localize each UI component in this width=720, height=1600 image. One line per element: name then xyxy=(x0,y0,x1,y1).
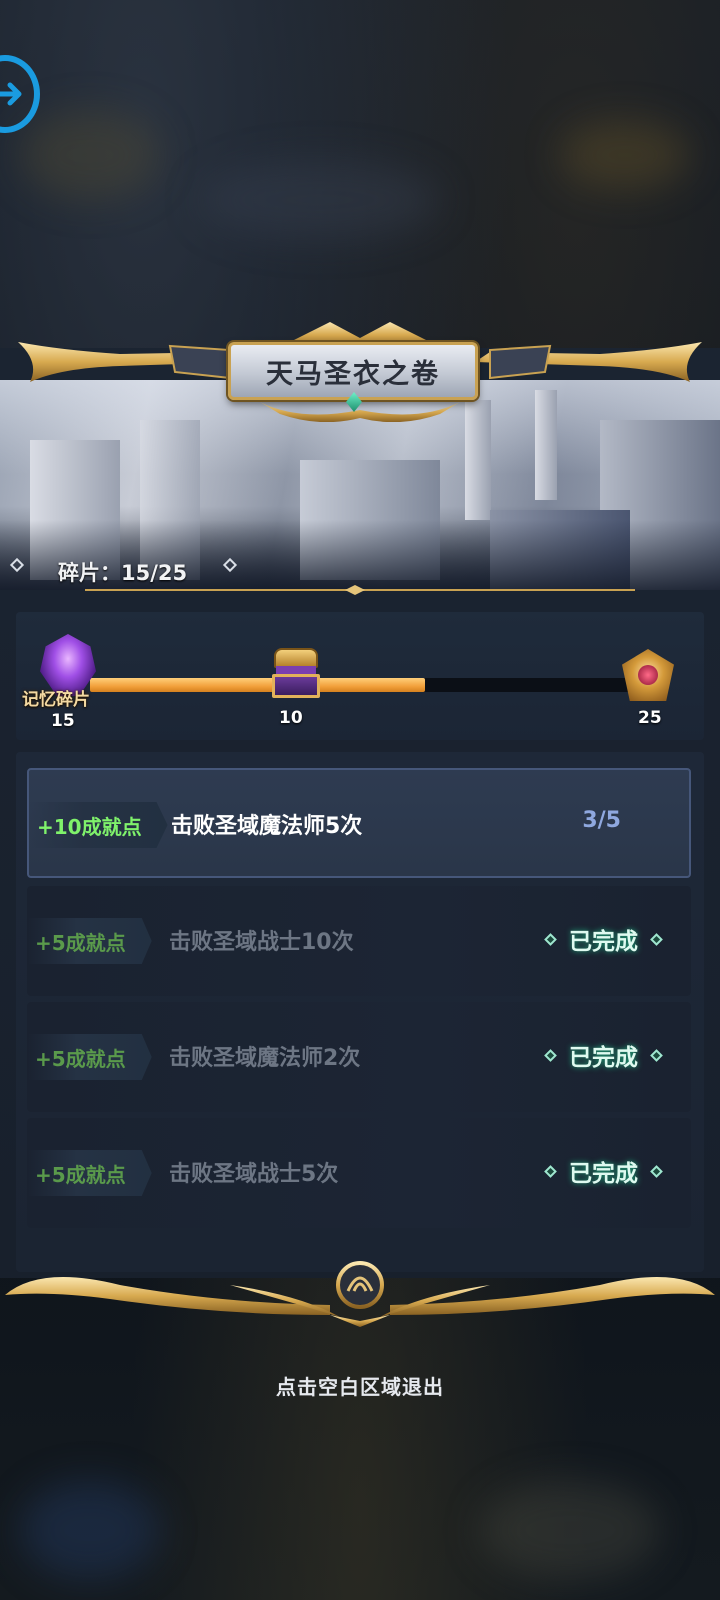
tick-label-end: 25 xyxy=(638,708,662,728)
treasure-chest-icon[interactable] xyxy=(268,648,324,700)
tick-label-start: 15 xyxy=(51,711,75,731)
fragment-count: 碎片：15/25 xyxy=(58,561,188,585)
golden-chest-icon[interactable] xyxy=(618,645,678,705)
status-label: 已完成 xyxy=(569,1161,638,1187)
diamond-icon xyxy=(544,1048,557,1062)
fragment-progress-panel xyxy=(16,612,704,740)
arrow-right-icon xyxy=(0,82,22,106)
completed-status: 已完成 xyxy=(544,922,663,956)
reward-tag: +5成就点 xyxy=(27,1034,152,1080)
reward-tag: +5成就点 xyxy=(27,918,152,964)
diamond-icon xyxy=(650,1048,663,1062)
task-row[interactable]: +5成就点 击败圣域战士10次 已完成 xyxy=(27,886,691,996)
memory-fragment-label: 记忆碎片 xyxy=(22,690,90,710)
task-description: 击败圣域战士10次 xyxy=(169,930,354,955)
task-description: 击败圣域战士5次 xyxy=(169,1162,339,1187)
diamond-icon xyxy=(544,1164,557,1178)
task-row[interactable]: +10成就点 击败圣域魔法师5次 3/5 xyxy=(27,768,691,878)
diamond-icon xyxy=(544,932,557,946)
fragment-progress-fill xyxy=(90,678,425,692)
completed-status: 已完成 xyxy=(544,1154,663,1188)
diamond-icon xyxy=(650,1164,663,1178)
diamond-icon xyxy=(650,932,663,946)
task-description: 击败圣域魔法师2次 xyxy=(169,1046,361,1071)
banner-divider xyxy=(85,585,635,595)
status-label: 已完成 xyxy=(569,1045,638,1071)
reward-tag: +10成就点 xyxy=(29,802,168,848)
task-row[interactable]: +5成就点 击败圣域战士5次 已完成 xyxy=(27,1118,691,1228)
reward-tag: +5成就点 xyxy=(27,1150,152,1196)
status-label: 已完成 xyxy=(569,929,638,955)
completed-status: 已完成 xyxy=(544,1038,663,1072)
bottom-ornament-frame xyxy=(5,1261,715,1327)
dialog-title: 天马圣衣之卷 xyxy=(266,358,440,390)
exit-hint[interactable]: 点击空白区域退出 xyxy=(0,1371,720,1400)
task-progress: 3/5 xyxy=(582,808,621,833)
scroll-title-plate: 天马圣衣之卷 xyxy=(228,342,478,400)
task-description: 击败圣域魔法师5次 xyxy=(171,814,363,839)
task-row[interactable]: +5成就点 击败圣域魔法师2次 已完成 xyxy=(27,1002,691,1112)
tick-label-mid: 10 xyxy=(279,708,303,728)
